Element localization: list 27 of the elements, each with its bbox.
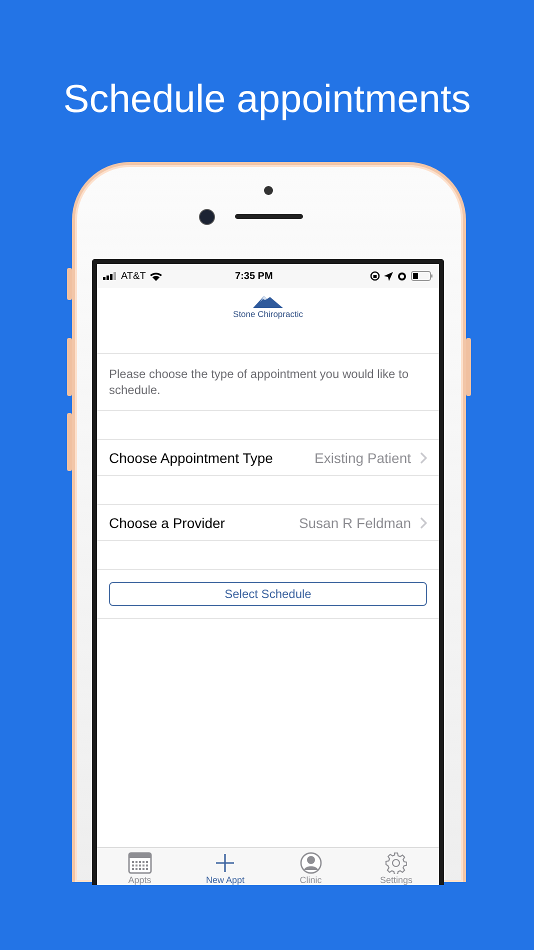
list-row[interactable]: Choose Appointment Type Existing Patient xyxy=(97,440,439,476)
settings-icon xyxy=(385,852,408,874)
camera-icon xyxy=(199,209,215,225)
rotation-lock-icon xyxy=(370,271,380,281)
select-schedule-button[interactable]: Select Schedule xyxy=(109,582,427,606)
carrier: AT&T xyxy=(121,270,146,282)
location-icon xyxy=(384,272,393,280)
person-icon xyxy=(300,852,322,874)
instruction-text: Please choose the type of appointment you would like to schedule. xyxy=(97,354,439,411)
tab[interactable]: New Appt xyxy=(182,848,268,885)
tab[interactable]: Appts xyxy=(97,848,182,885)
list-row[interactable]: Choose a Provider Susan R Feldman xyxy=(97,505,439,541)
wifi-icon xyxy=(150,272,162,280)
clock: 7:35 PM xyxy=(235,270,273,282)
chevron-icon xyxy=(420,516,427,528)
alarm-icon xyxy=(397,271,407,281)
chevron-icon xyxy=(420,452,427,464)
battery-icon xyxy=(411,271,433,281)
calendar-icon xyxy=(128,852,152,874)
sensor-icon xyxy=(264,186,273,195)
tab[interactable]: Settings xyxy=(354,848,439,885)
plus-icon xyxy=(215,853,236,873)
tab[interactable]: Clinic xyxy=(268,848,354,885)
clinic-name: Stone Chiropractic xyxy=(233,309,303,319)
headline: Schedule appointments xyxy=(62,77,472,123)
signal-icon xyxy=(103,272,117,280)
mountain-logo-icon xyxy=(253,294,283,308)
